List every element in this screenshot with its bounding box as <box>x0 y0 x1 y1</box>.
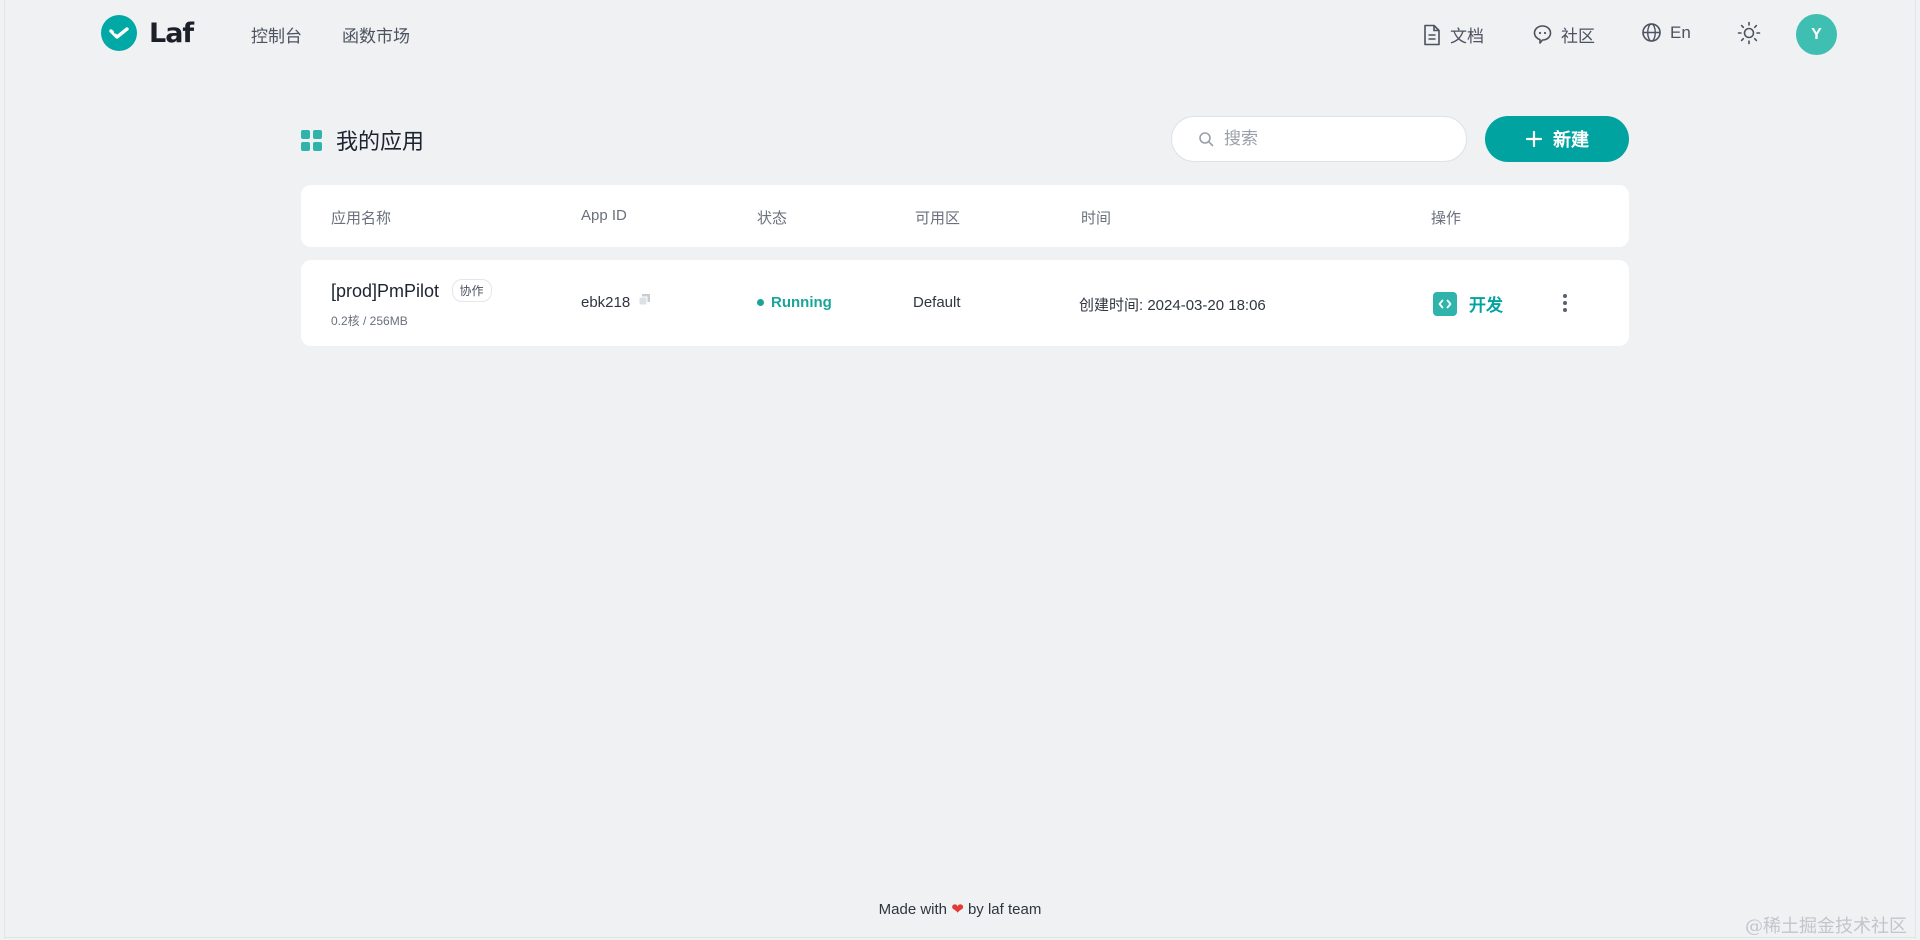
brand-name: Laf <box>149 17 194 49</box>
app-id: ebk218 <box>581 294 631 311</box>
page-title-text: 我的应用 <box>336 129 425 154</box>
plus-icon <box>1525 130 1543 148</box>
status-text: Running <box>771 294 832 311</box>
app-window: Laf 控制台 函数市场 文档 社区 En Y 我的应用 搜索 新建 应用名称 … <box>4 0 1916 938</box>
column-header-region: 可用区 <box>915 210 961 227</box>
column-header-app-name: 应用名称 <box>331 210 392 227</box>
theme-toggle[interactable] <box>1737 21 1761 45</box>
collaboration-badge: 协作 <box>451 279 492 302</box>
status-badge: Running <box>757 294 832 311</box>
created-time: 创建时间: 2024-03-20 18:06 <box>1079 297 1266 314</box>
page-title: 我的应用 <box>301 124 424 156</box>
language-switcher[interactable]: En <box>1641 22 1691 43</box>
sun-icon <box>1737 21 1761 45</box>
copy-icon[interactable] <box>638 293 651 306</box>
app-name[interactable]: [prod]PmPilot <box>331 281 439 301</box>
app-id-cell: ebk218 <box>581 294 651 311</box>
column-header-time: 时间 <box>1081 210 1112 227</box>
search-icon <box>1199 132 1214 147</box>
app-spec: 0.2核 / 256MB <box>331 314 408 328</box>
new-app-button[interactable]: 新建 <box>1485 116 1629 162</box>
community-link[interactable]: 社区 <box>1532 22 1595 47</box>
code-icon <box>1433 291 1457 316</box>
user-avatar[interactable]: Y <box>1796 14 1837 55</box>
search-box[interactable] <box>1171 116 1467 162</box>
laf-logo-icon <box>101 15 137 51</box>
main-nav: 控制台 函数市场 <box>251 22 410 47</box>
more-options-icon[interactable] <box>1559 294 1571 312</box>
new-app-label: 新建 <box>1553 130 1589 150</box>
nav-console[interactable]: 控制台 <box>251 22 302 47</box>
heart-icon: ❤ <box>951 901 964 918</box>
community-label: 社区 <box>1561 27 1595 46</box>
language-label: En <box>1670 22 1691 42</box>
region-value: Default <box>913 294 961 311</box>
watermark: @稀土掘金技术社区 <box>1745 916 1907 937</box>
nav-function-market[interactable]: 函数市场 <box>342 22 410 47</box>
apps-grid-icon <box>301 129 322 151</box>
table-row[interactable]: [prod]PmPilot 协作 0.2核 / 256MB ebk218 Run… <box>301 260 1629 346</box>
search-input[interactable] <box>1224 129 1444 149</box>
document-icon <box>1424 24 1440 45</box>
column-header-actions: 操作 <box>1431 210 1462 227</box>
docs-label: 文档 <box>1450 27 1484 46</box>
top-navigation-bar: Laf 控制台 函数市场 文档 社区 En Y <box>5 0 1915 68</box>
develop-button[interactable]: 开发 <box>1433 291 1503 316</box>
develop-label: 开发 <box>1469 296 1503 315</box>
docs-link[interactable]: 文档 <box>1422 22 1484 47</box>
app-name-cell: [prod]PmPilot 协作 <box>331 279 492 302</box>
footer: Made with ❤ by laf team <box>5 900 1915 918</box>
column-header-app-id: App ID <box>581 207 627 224</box>
footer-prefix: Made with <box>878 901 948 918</box>
table-header: 应用名称 App ID 状态 可用区 时间 操作 <box>301 185 1629 247</box>
chat-bubble-icon <box>1533 25 1552 44</box>
status-dot-icon <box>757 299 764 306</box>
column-header-status: 状态 <box>757 210 788 227</box>
brand-logo[interactable]: Laf <box>101 15 194 51</box>
footer-suffix: by laf team <box>967 901 1042 918</box>
globe-icon <box>1642 23 1661 42</box>
